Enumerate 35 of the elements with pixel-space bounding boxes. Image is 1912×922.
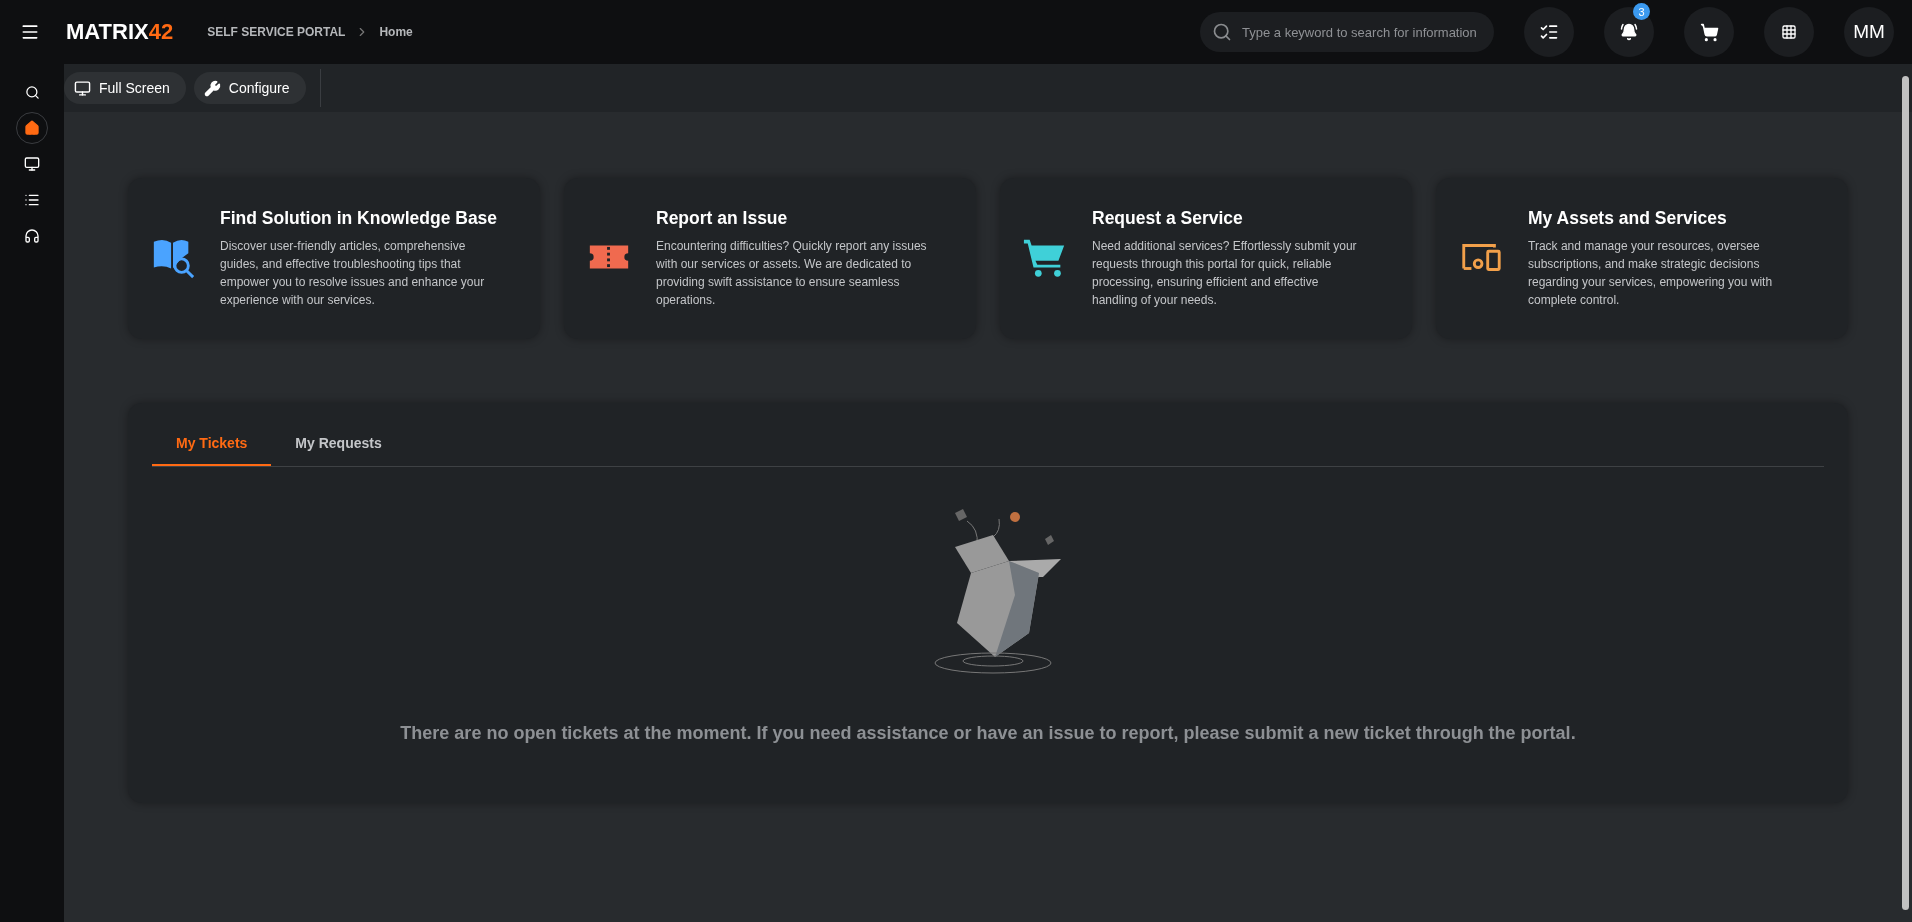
empty-state-message: There are no open tickets at the moment. If you need assistance or have an issue to report, please submit a new ticket through the portal. [400, 723, 1576, 744]
cart-icon [1699, 22, 1719, 42]
breadcrumb-item[interactable]: Home [379, 25, 413, 39]
card-title: Report an Issue [656, 208, 789, 229]
avatar[interactable]: MM [1844, 7, 1894, 57]
tab[interactable]: My Requests [271, 421, 406, 466]
action-card[interactable]: Request a Service Need additional services? Effortlessly submit your requests through this portal for quick, reliable processing, ensuring efficient and effective handling of your needs. [1000, 178, 1412, 339]
card-description: Encountering difficulties? Quickly report any issues with our services or assets. We are dedicated to providing swift assistance to ensure seamless operations. [656, 238, 928, 309]
notification-badge: 3 [1633, 3, 1650, 20]
card-description: Track and manage your resources, oversee subscriptions, and make strategic decisions regarding your services, empowering you with complete control. [1528, 238, 1774, 309]
toolbar-button[interactable]: Configure [193, 72, 306, 104]
wrench-icon [203, 79, 221, 97]
card-title: My Assets and Services [1528, 208, 1728, 229]
bell-icon [1620, 23, 1638, 41]
action-card[interactable]: Report an Issue Encountering difficulties? Quickly report any issues with our services or assets. We are dedicated to providing swift assistance to ensure seamless operations. [564, 178, 976, 339]
card-description: Discover user-friendly articles, comprehensive guides, and effective troubleshooting tips that empower you to resolve issues and enhance your experience with our services. [220, 238, 486, 309]
task-list-button[interactable] [1524, 7, 1574, 57]
menu-icon[interactable] [20, 22, 40, 42]
card-title: Request a Service [1092, 208, 1244, 229]
grid-icon [1781, 24, 1797, 40]
scrollbar[interactable] [1902, 76, 1909, 910]
card-title: Find Solution in Knowledge Base [220, 208, 498, 229]
apps-grid-button[interactable] [1764, 7, 1814, 57]
checklist-icon [1539, 22, 1559, 42]
action-card[interactable]: My Assets and Services Track and manage your resources, oversee subscriptions, and make strategic decisions regarding your services, empowering you with complete control. [1436, 178, 1848, 339]
search-input[interactable]: Type a keyword to search for information [1240, 23, 1482, 41]
tab[interactable]: My Tickets [152, 421, 272, 466]
monitor-icon [74, 79, 91, 97]
toolbar-button[interactable]: Full Screen [64, 72, 186, 104]
logo: MATRIX42 [66, 19, 174, 45]
cart-button[interactable] [1684, 7, 1734, 57]
card-description: Need additional services? Effortlessly submit your requests through this portal for quick, reliable processing, ensuring efficient and effective handling of your needs. [1092, 238, 1358, 309]
breadcrumb-item[interactable]: SELF SERVICE PORTAL [207, 25, 346, 39]
search-icon [1212, 22, 1232, 42]
search-bar[interactable]: Type a keyword to search for information [1200, 12, 1494, 52]
